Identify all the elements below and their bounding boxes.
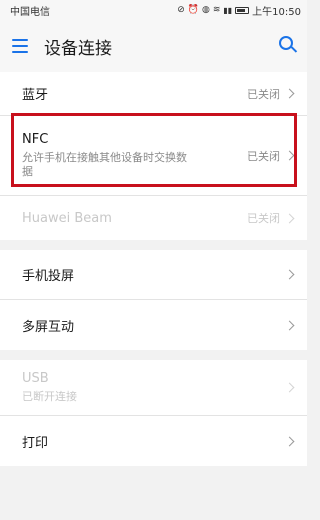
status-text: 已关闭 bbox=[247, 87, 280, 101]
settings-item-screen-projection[interactable]: 手机投屏 bbox=[0, 250, 307, 300]
menu-icon[interactable] bbox=[12, 39, 28, 53]
chevron-right-icon bbox=[284, 436, 295, 446]
vibrate-icon: ◍ bbox=[201, 5, 210, 15]
connectivity-group: 蓝牙 已关闭 NFC 允许手机在接触其他设备时交换数据 已关闭 Huawei B… bbox=[0, 72, 307, 240]
settings-item-nfc[interactable]: NFC 允许手机在接触其他设备时交换数据 已关闭 bbox=[0, 116, 307, 196]
row-label: 打印 bbox=[22, 435, 49, 451]
section-divider bbox=[0, 240, 307, 250]
usb-print-group: USB 已断开连接 打印 bbox=[0, 360, 307, 466]
chevron-right-icon bbox=[284, 269, 295, 280]
signal-icon: ▮▮ bbox=[223, 5, 233, 15]
carrier-label: 中国电信 bbox=[10, 6, 50, 18]
row-label: Huawei Beam bbox=[22, 210, 112, 226]
settings-item-usb: USB 已断开连接 bbox=[0, 360, 307, 416]
row-subtitle: 允许手机在接触其他设备时交换数据 bbox=[22, 151, 187, 178]
title-bar: 设备连接 bbox=[0, 20, 307, 72]
section-divider bbox=[0, 350, 307, 360]
settings-item-print[interactable]: 打印 bbox=[0, 416, 307, 466]
row-label: 多屏互动 bbox=[22, 319, 75, 335]
clock-label: 上午10:50 bbox=[252, 6, 301, 18]
wifi-icon: ≋ bbox=[212, 5, 221, 15]
status-icons: ⊘ ⏰ ◍ ≋ ▮▮ 上午10:50 bbox=[177, 3, 301, 18]
status-bar: 中国电信 ⊘ ⏰ ◍ ≋ ▮▮ 上午10:50 bbox=[0, 0, 307, 20]
projection-group: 手机投屏 多屏互动 bbox=[0, 250, 307, 350]
chevron-right-icon bbox=[284, 88, 295, 99]
status-text: 已关闭 bbox=[247, 212, 280, 225]
chevron-right-icon bbox=[284, 382, 295, 393]
settings-item-multi-screen[interactable]: 多屏互动 bbox=[0, 300, 307, 350]
chevron-right-icon bbox=[284, 320, 295, 330]
page-title: 设备连接 bbox=[44, 38, 112, 59]
chevron-right-icon bbox=[284, 213, 295, 223]
battery-icon bbox=[235, 6, 250, 14]
search-icon[interactable] bbox=[279, 36, 293, 50]
mute-icon: ⊘ bbox=[177, 5, 185, 15]
row-subtitle: 已断开连接 bbox=[22, 390, 77, 403]
alarm-icon: ⏰ bbox=[187, 5, 199, 15]
status-text: 已关闭 bbox=[247, 149, 280, 163]
row-label: 手机投屏 bbox=[22, 269, 75, 284]
row-label: NFC bbox=[22, 132, 49, 147]
row-label: USB bbox=[22, 371, 49, 386]
row-label: 蓝牙 bbox=[22, 88, 49, 103]
settings-item-bluetooth[interactable]: 蓝牙 已关闭 bbox=[0, 72, 307, 116]
chevron-right-icon bbox=[284, 150, 295, 161]
settings-item-huawei-beam: Huawei Beam 已关闭 bbox=[0, 196, 307, 240]
